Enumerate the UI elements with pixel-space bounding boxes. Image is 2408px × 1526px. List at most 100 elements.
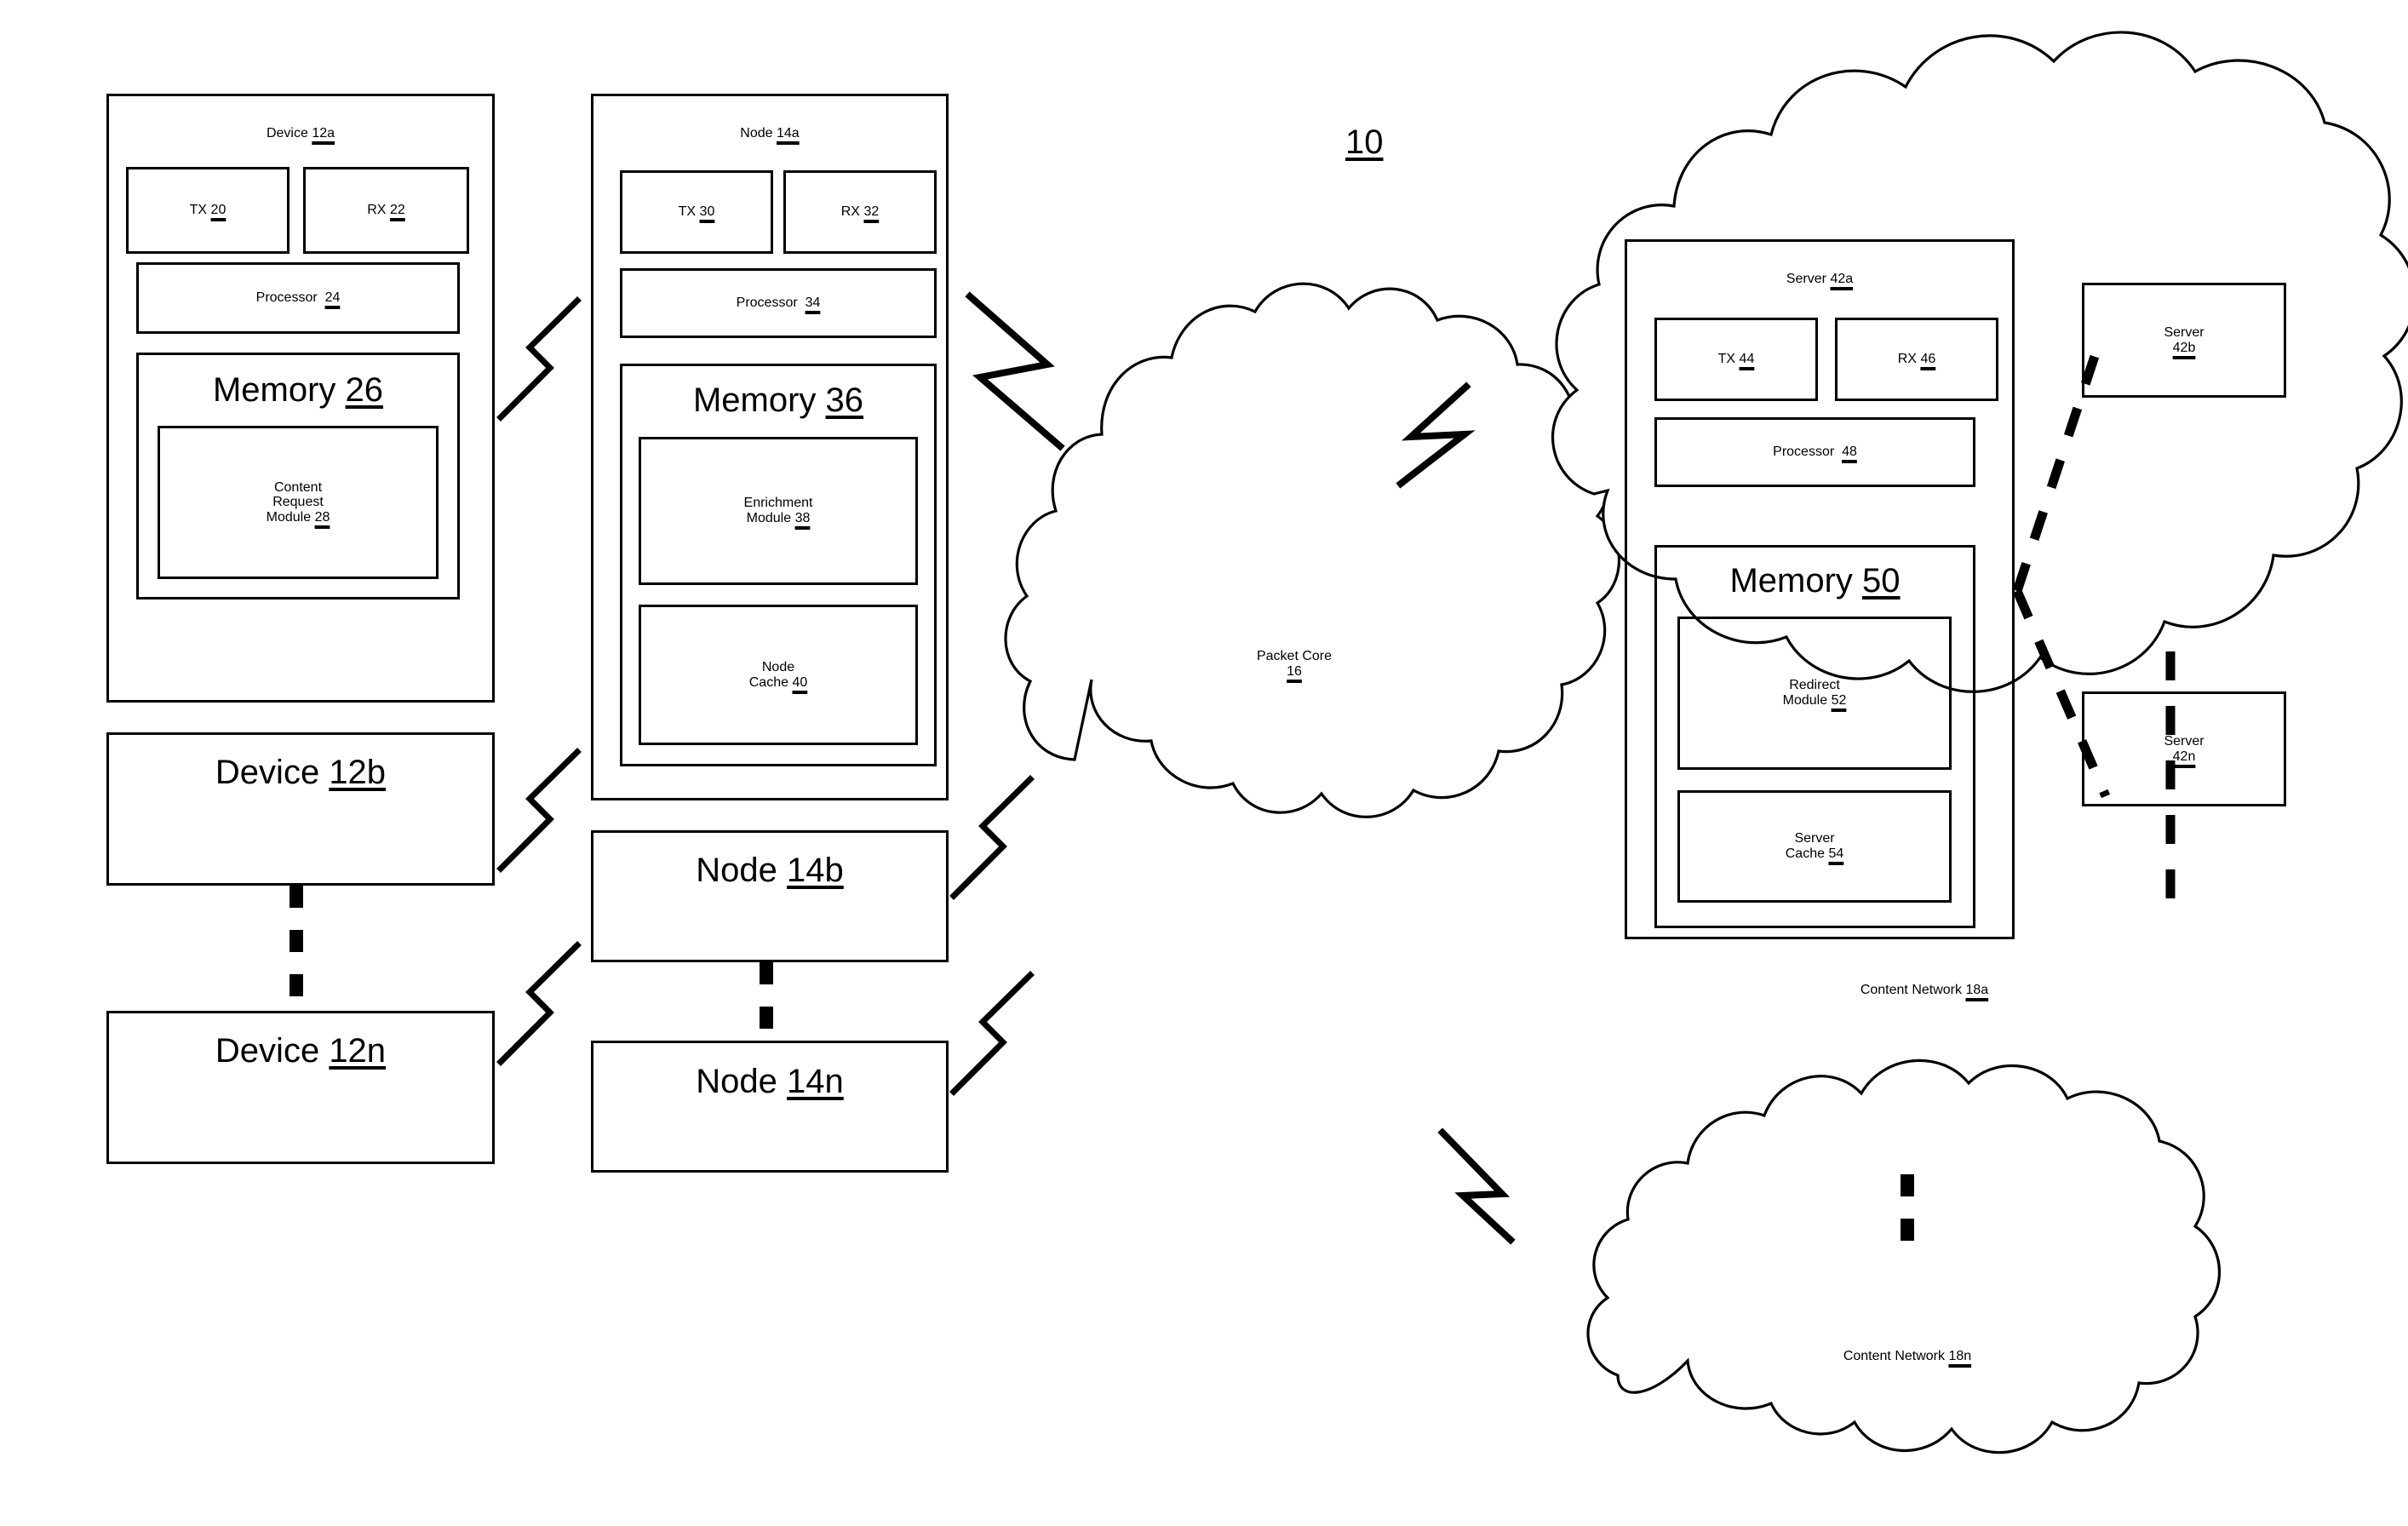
server-42a-processor-text: Processor <box>1773 445 1835 460</box>
node-cache-numeral: 40 <box>792 674 808 690</box>
server-42a-title-text: Server <box>1786 272 1826 287</box>
node-14a-tx-text: TX <box>678 204 697 220</box>
server-42a-numeral: 42a <box>1830 272 1854 287</box>
patent-figure-canvas: 10 Device 12a TX 20 RX 22 Processor 24 M… <box>0 0 2408 1526</box>
device-12a-title-text: Device <box>266 126 308 141</box>
content-network-18a-label: Content Network 18a <box>1686 967 2163 1014</box>
server-42a-rx-text: RX <box>1897 352 1917 367</box>
redirect-line1: Redirect <box>1789 678 1840 693</box>
content-network-18n-cloud-shape <box>1586 1058 2221 1454</box>
device-12a-tx-numeral: 20 <box>210 203 226 218</box>
node-cache-line2: Cache <box>748 674 788 690</box>
device-12a-rx-numeral: 22 <box>389 203 405 218</box>
content-network-18n-label: Content Network 18n <box>1669 1333 2146 1380</box>
content-request-module-28-label: Content Request Module 28 <box>158 426 439 579</box>
server-42n-label: Server 42n <box>2082 691 2286 806</box>
content-network-18a-title-text: Content Network <box>1860 983 1962 998</box>
node-14b-title: Node 14b <box>591 852 949 890</box>
enrichment-module-38-label: Enrichment Module 38 <box>639 437 918 585</box>
server-42n-text: Server <box>2164 733 2204 749</box>
device-12a-memory-text: Memory <box>212 371 336 409</box>
node-14n-title-text: Node <box>696 1063 777 1100</box>
node-14b-box[interactable] <box>591 830 949 962</box>
device-12a-tx-text: TX <box>189 203 208 218</box>
node-14a-rx-text: RX <box>840 204 860 220</box>
crm-numeral: 28 <box>314 509 330 525</box>
device-12a-numeral: 12a <box>312 126 335 141</box>
node-14n-box[interactable] <box>591 1041 949 1173</box>
server-42a-tx-numeral: 44 <box>1739 352 1755 367</box>
crm-line3: Module <box>266 509 312 525</box>
redirect-numeral: 52 <box>1831 693 1847 708</box>
server-42b-text: Server <box>2164 324 2204 340</box>
node-14a-tx-numeral: 30 <box>699 204 715 220</box>
device-12b-numeral: 12b <box>329 754 387 791</box>
node-14a-processor-numeral: 34 <box>805 295 821 311</box>
server-42a-tx-label: TX 44 <box>1654 318 1818 401</box>
wireless-link-icon-packetcore-contentnetwork18n <box>1437 1127 1516 1245</box>
figure-reference-numeral: 10 <box>1345 123 1384 161</box>
wireless-link-icon-packetcore-contentnetwork18a <box>1396 382 1476 489</box>
device-12b-title: Device 12b <box>106 754 495 792</box>
node-14a-processor-label: Processor 34 <box>620 268 937 338</box>
server-42a-memory-label: Memory 50 <box>1654 562 1975 600</box>
node-14a-memory-numeral: 36 <box>825 382 864 419</box>
enrichment-line1: Enrichment <box>743 496 813 511</box>
crm-line1: Content <box>273 479 323 495</box>
node-14a-rx-numeral: 32 <box>863 204 880 220</box>
node-14a-memory-label: Memory 36 <box>620 382 937 420</box>
content-network-18n-title-text: Content Network <box>1843 1349 1945 1364</box>
node-14b-title-text: Node <box>696 852 777 889</box>
server-42a-processor-label: Processor 48 <box>1654 417 1975 487</box>
device-12a-processor-text: Processor <box>255 290 318 306</box>
content-network-18n-numeral: 18n <box>1948 1349 1972 1364</box>
device-12a-rx-text: RX <box>367 203 387 218</box>
server-42a-memory-text: Memory <box>1729 562 1853 600</box>
server-42n-numeral: 42n <box>2172 749 2196 764</box>
device-12a-title: Device 12a <box>106 109 495 158</box>
wireless-link-icon-node14a-packetcore <box>965 291 1065 451</box>
wireless-link-icon-device12a-node14a <box>496 296 582 422</box>
device-12a-processor-numeral: 24 <box>324 290 341 306</box>
server-cache-54-label: Server Cache 54 <box>1677 790 1952 903</box>
wireless-link-icon-device12n-node14n <box>496 941 582 1066</box>
node-14a-rx-label: RX 32 <box>783 170 937 254</box>
node-14a-memory-text: Memory <box>692 382 817 419</box>
device-12n-title: Device 12n <box>106 1032 495 1070</box>
packet-core-label: Packet Core 16 <box>1124 617 1465 711</box>
wireless-link-icon-node14b-packetcore <box>949 775 1035 900</box>
server-42a-memory-numeral: 50 <box>1862 562 1901 600</box>
packet-core-numeral: 16 <box>1287 664 1302 679</box>
server-42a-rx-numeral: 46 <box>1920 352 1936 367</box>
enrichment-numeral: 38 <box>794 511 811 525</box>
device-12b-title-text: Device <box>215 754 320 791</box>
server-42a-rx-label: RX 46 <box>1835 318 1998 401</box>
server-42b-numeral: 42b <box>2172 340 2196 355</box>
server-42a-title: Server 42a <box>1625 255 2015 303</box>
server-cache-line2: Cache <box>1785 846 1825 861</box>
node-14b-numeral: 14b <box>787 852 844 889</box>
server-cache-numeral: 54 <box>1828 846 1844 861</box>
node-cache-line1: Node <box>761 659 795 674</box>
node-14a-title: Node 14a <box>591 109 949 158</box>
node-14n-title: Node 14n <box>591 1063 949 1101</box>
device-12a-memory-numeral: 26 <box>345 371 384 409</box>
wireless-link-icon-node14n-packetcore <box>949 971 1035 1096</box>
node-14a-processor-text: Processor <box>736 295 798 311</box>
node-14a-title-text: Node <box>740 126 773 141</box>
node-cache-40-label: Node Cache 40 <box>639 605 918 745</box>
server-42a-tx-text: TX <box>1717 352 1736 367</box>
device-12a-memory-label: Memory 26 <box>136 371 460 410</box>
wireless-link-icon-device12b-node14b <box>496 748 582 873</box>
enrichment-line2: Module <box>746 511 792 525</box>
device-12a-processor-label: Processor 24 <box>136 262 460 334</box>
redirect-module-52-label: Redirect Module 52 <box>1677 617 1952 770</box>
device-12a-rx-label: RX 22 <box>303 167 469 254</box>
device-12n-numeral: 12n <box>329 1032 387 1070</box>
content-network-18a-numeral: 18a <box>1965 983 1989 998</box>
server-42a-processor-numeral: 48 <box>1842 445 1857 460</box>
packet-core-title-text: Packet Core <box>1256 649 1333 664</box>
device-12n-title-text: Device <box>215 1032 320 1070</box>
redirect-line2: Module <box>1782 693 1828 708</box>
device-12a-tx-label: TX 20 <box>126 167 290 254</box>
